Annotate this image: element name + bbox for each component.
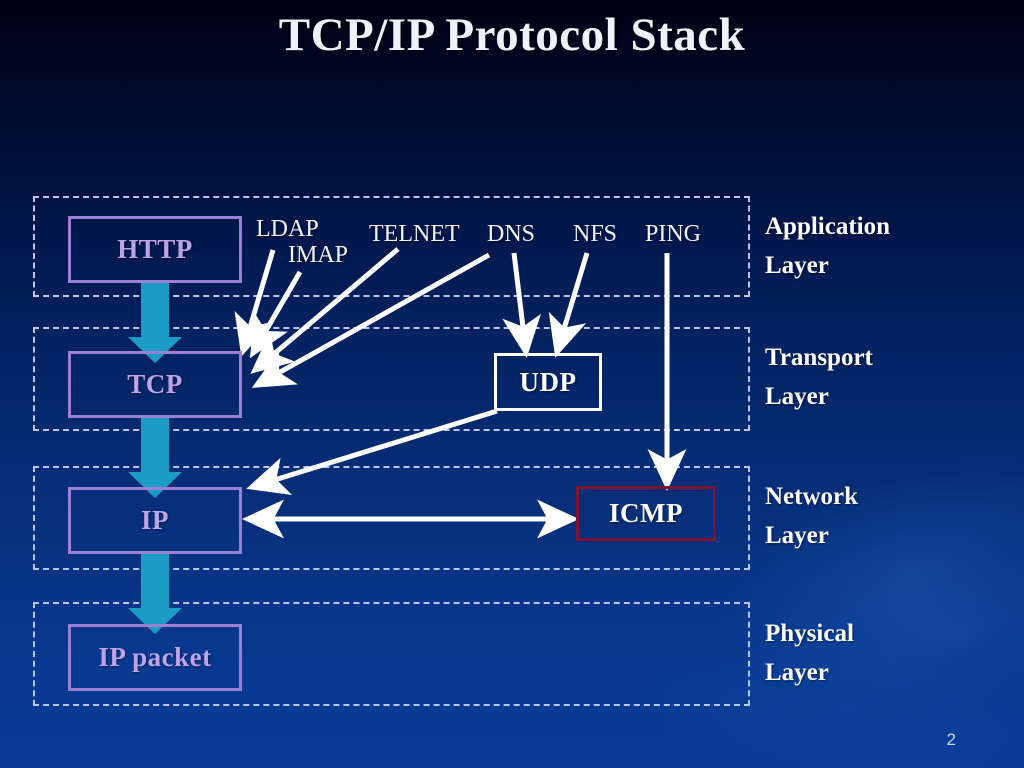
box-icmp[interactable]: ICMP [576, 486, 716, 541]
layer-caption-physical: Physical Layer [765, 620, 854, 686]
box-http-label: HTTP [117, 234, 193, 264]
protocol-label-imap: IMAP [288, 242, 349, 268]
box-ip-packet[interactable]: IP packet [68, 624, 242, 691]
box-ip-packet-label: IP packet [98, 642, 212, 672]
slide-canvas: TCP/IP Protocol Stack HTTP TCP UDP IP IC… [0, 0, 1024, 768]
protocol-label-ping: PING [645, 221, 702, 247]
protocol-label-dns: DNS [487, 221, 536, 247]
slide-number: 2 [946, 730, 956, 749]
layer-caption-application: Application Layer [765, 213, 891, 279]
box-http[interactable]: HTTP [68, 216, 242, 283]
slide-title: TCP/IP Protocol Stack [278, 9, 746, 61]
box-tcp-label: TCP [127, 369, 183, 399]
box-tcp[interactable]: TCP [68, 351, 242, 418]
protocol-label-ldap: LDAP [256, 216, 319, 242]
layer-caption-transport: Transport Layer [765, 344, 873, 410]
protocol-label-telnet: TELNET [369, 221, 460, 247]
protocol-label-nfs: NFS [573, 221, 618, 247]
box-ip[interactable]: IP [68, 487, 242, 554]
layer-caption-network: Network Layer [765, 483, 859, 549]
box-icmp-label: ICMP [609, 498, 683, 528]
box-udp-label: UDP [519, 366, 577, 397]
box-udp[interactable]: UDP [494, 353, 602, 411]
box-ip-label: IP [141, 505, 169, 535]
